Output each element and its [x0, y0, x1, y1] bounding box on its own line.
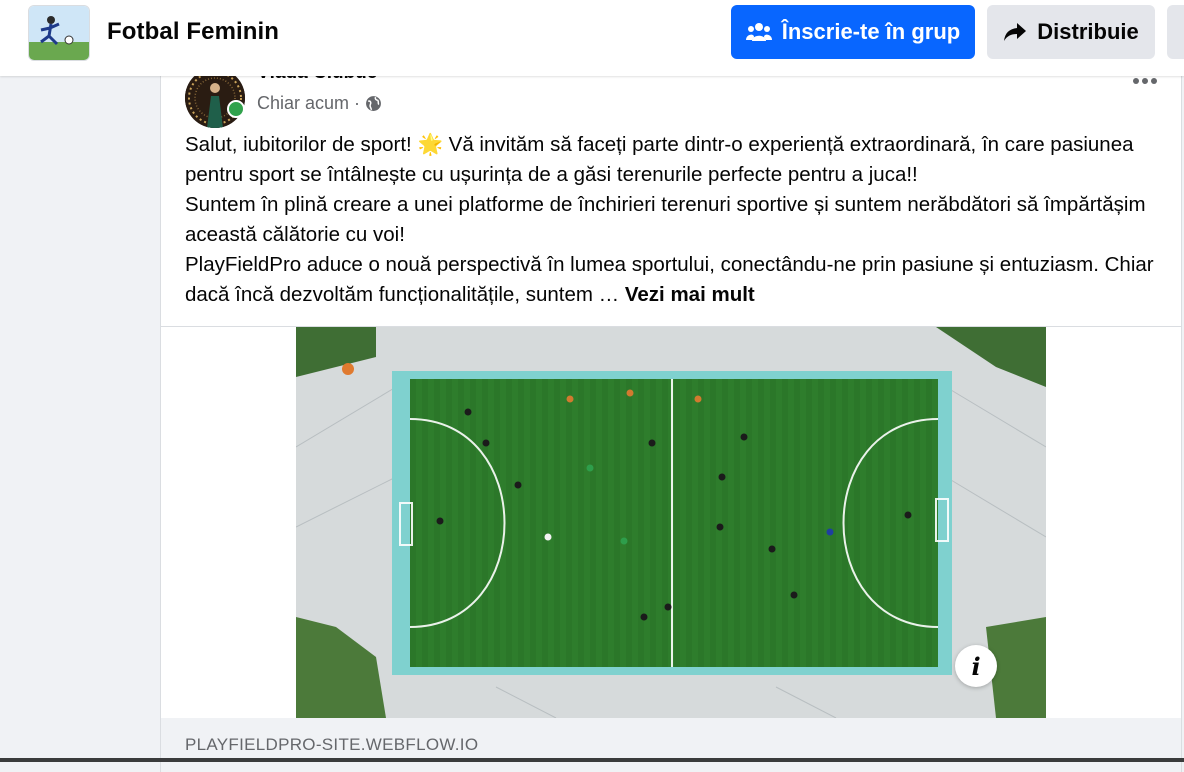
window-bottom-edge — [0, 758, 1184, 762]
post-body: Salut, iubitorilor de sport! 🌟 Vă invită… — [185, 130, 1155, 310]
share-button[interactable]: Distribuie — [987, 5, 1155, 59]
dot-icon — [1133, 78, 1139, 84]
post-options-button[interactable] — [1133, 78, 1157, 84]
more-options-button[interactable] — [1167, 5, 1184, 59]
meta-separator: · — [354, 93, 361, 113]
post-meta: Chiar acum · — [257, 93, 382, 114]
link-preview-bar[interactable]: PLAYFIELDPRO-SITE.WEBFLOW.IO — [161, 718, 1181, 772]
post-timestamp[interactable]: Chiar acum — [257, 93, 349, 114]
share-label: Distribuie — [1037, 19, 1139, 44]
author-avatar[interactable] — [185, 68, 245, 128]
join-group-button[interactable]: Înscrie-te în grup — [731, 5, 975, 59]
group-cover-thumbnail[interactable] — [28, 5, 90, 61]
join-group-label: Înscrie-te în grup — [781, 19, 961, 44]
see-more-link[interactable]: Vezi mai mult — [625, 283, 755, 306]
group-header: Fotbal Feminin Înscrie-te în grup Distri… — [0, 0, 1184, 76]
globe-icon — [366, 96, 381, 111]
share-arrow-icon — [1004, 23, 1027, 41]
post-card: Vlada Ciubuc Chiar acum · Salut, iubitor… — [160, 52, 1182, 772]
group-icon — [745, 23, 772, 41]
post-paragraph: Salut, iubitorilor de sport! 🌟 Vă invită… — [185, 133, 1134, 186]
online-status-indicator — [227, 100, 245, 118]
dot-icon — [1142, 78, 1148, 84]
link-domain[interactable]: PLAYFIELDPRO-SITE.WEBFLOW.IO — [185, 735, 478, 755]
post-paragraph: Suntem în plină creare a unei platforme … — [185, 193, 1146, 246]
post-paragraph-last: PlayFieldPro aduce o nouă perspectivă în… — [185, 250, 1155, 310]
dot-icon — [1151, 78, 1157, 84]
post-link-image[interactable] — [296, 327, 1046, 718]
group-title[interactable]: Fotbal Feminin — [107, 18, 279, 46]
info-icon[interactable]: i — [955, 645, 997, 687]
